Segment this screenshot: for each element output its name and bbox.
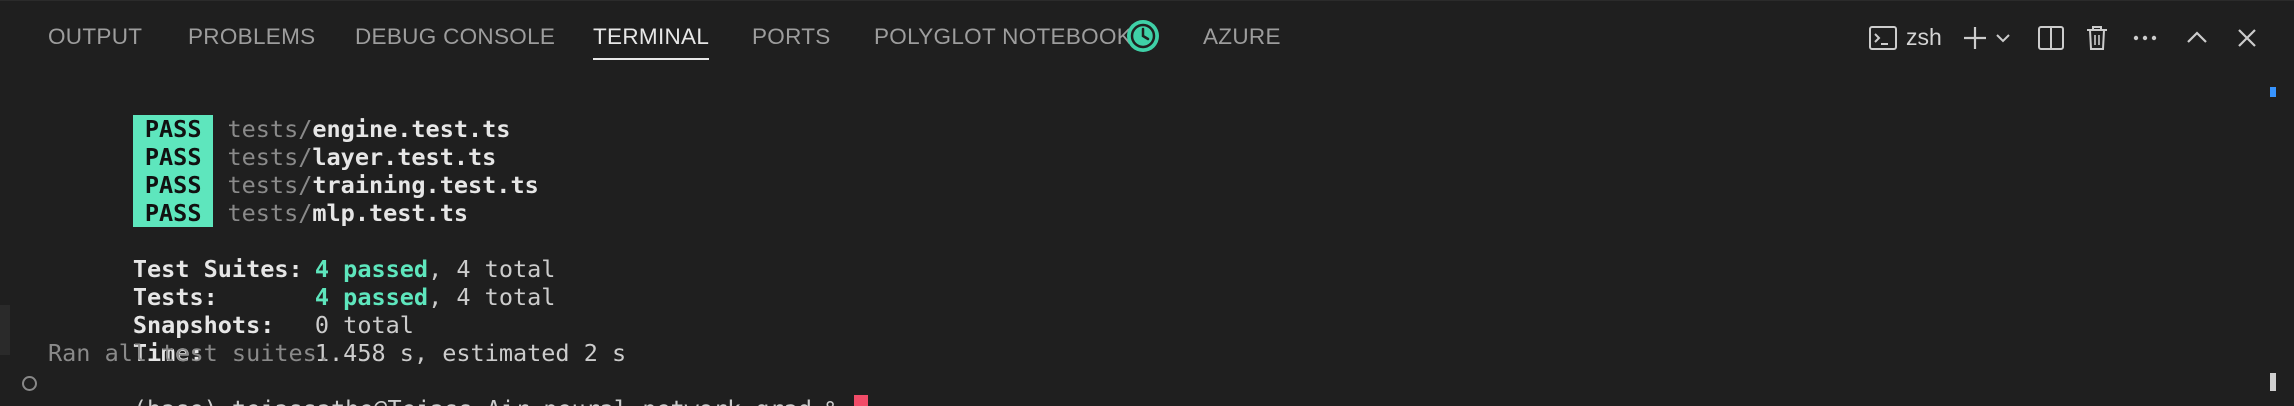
panel-tab-bar: OUTPUT PROBLEMS DEBUG CONSOLE TERMINAL P… bbox=[0, 1, 2294, 73]
plus-icon[interactable] bbox=[1960, 21, 1990, 55]
terminal-output[interactable]: PASS tests/engine.test.ts PASS tests/layer… bbox=[0, 81, 2260, 406]
command-decoration-icon[interactable] bbox=[22, 376, 37, 391]
test-result-line: PASS tests/layer.test.ts bbox=[48, 115, 496, 171]
test-result-line: PASS tests/training.test.ts bbox=[48, 143, 539, 199]
chevron-up-icon[interactable] bbox=[2182, 21, 2212, 55]
ran-all-message: Ran all test suites. bbox=[48, 339, 331, 367]
test-result-line: PASS tests/mlp.test.ts bbox=[48, 171, 468, 227]
pass-badge: PASS bbox=[132, 199, 214, 227]
tab-debug-console[interactable]: DEBUG CONSOLE bbox=[355, 23, 555, 59]
clock-icon bbox=[1127, 20, 1159, 52]
test-result-line: PASS tests/engine.test.ts bbox=[48, 87, 510, 143]
test-dir: tests/ bbox=[227, 199, 313, 227]
shell-prompt: (base) tejassathe@Tejass-Air neural-netw… bbox=[133, 395, 855, 406]
prompt-line[interactable]: (base) tejassathe@Tejass-Air neural-netw… bbox=[48, 367, 869, 406]
tab-azure[interactable]: AZURE bbox=[1203, 23, 1281, 59]
tab-problems[interactable]: PROBLEMS bbox=[188, 23, 315, 59]
split-icon[interactable] bbox=[2036, 21, 2066, 55]
trash-icon[interactable] bbox=[2082, 21, 2112, 55]
tab-output[interactable]: OUTPUT bbox=[48, 23, 142, 59]
close-icon[interactable] bbox=[2232, 21, 2262, 55]
chevron-down-icon[interactable] bbox=[1994, 21, 2012, 55]
terminal-panel: OUTPUT PROBLEMS DEBUG CONSOLE TERMINAL P… bbox=[0, 0, 2294, 406]
summary-tests: Tests: 4 passed, 4 total bbox=[48, 255, 556, 311]
summary-time: Time: 1.458 s, estimated 2 s bbox=[48, 311, 626, 367]
summary-suites: Test Suites: 4 passed, 4 total bbox=[48, 227, 556, 283]
scrollbar-thumb[interactable] bbox=[2270, 373, 2276, 391]
terminal-cursor bbox=[854, 395, 869, 406]
shell-label[interactable]: zsh bbox=[1906, 23, 1942, 51]
ellipsis-icon[interactable] bbox=[2130, 21, 2160, 55]
gutter-block bbox=[0, 305, 10, 355]
tab-terminal[interactable]: TERMINAL bbox=[593, 23, 710, 60]
test-file: mlp.test.ts bbox=[312, 199, 469, 227]
tab-ports[interactable]: PORTS bbox=[752, 23, 831, 59]
summary-value: 1.458 s, estimated 2 s bbox=[314, 339, 627, 367]
total-count: , 4 total bbox=[428, 283, 556, 311]
terminal-icon[interactable] bbox=[1868, 21, 1898, 55]
summary-snapshots: Snapshots: 0 total bbox=[48, 283, 414, 339]
tab-polyglot-notebook[interactable]: POLYGLOT NOTEBOOK bbox=[874, 23, 1132, 59]
scrollbar-marker bbox=[2270, 87, 2276, 97]
